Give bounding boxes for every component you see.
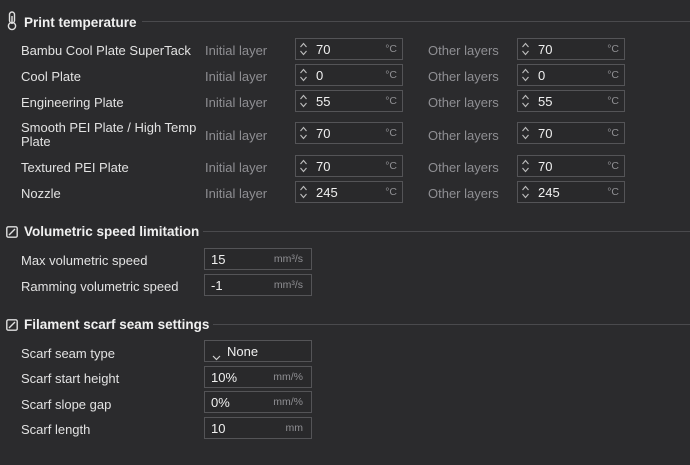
row-label-textured-pei-plate: Textured PEI Plate [21, 160, 129, 175]
unit-label: °C [385, 127, 397, 139]
initial-layer-temp-input[interactable]: 70 °C [295, 38, 403, 60]
scarf-length-input[interactable]: 10 mm [204, 417, 312, 439]
scarf-start-height-label: Scarf start height [21, 371, 120, 386]
other-layers-label: Other layers [428, 160, 499, 175]
other-layers-label: Other layers [428, 128, 499, 143]
initial-layer-temp-input[interactable]: 0 °C [295, 64, 403, 86]
spinner-icon[interactable] [521, 158, 530, 174]
row-label-smooth-pei-plate: Smooth PEI Plate / High Temp Plate [21, 120, 197, 149]
unit-label: °C [607, 69, 619, 81]
initial-layer-label: Initial layer [205, 186, 268, 201]
field-value: 70 [538, 42, 553, 57]
spinner-icon[interactable] [521, 125, 530, 141]
scarf-seam-type-dropdown[interactable]: None [204, 340, 312, 362]
spinner-icon[interactable] [521, 67, 530, 83]
initial-layer-label: Initial layer [205, 128, 268, 143]
max-volumetric-speed-label: Max volumetric speed [21, 253, 148, 268]
scarf-slope-gap-label: Scarf slope gap [21, 397, 112, 412]
scarf-slope-gap-input[interactable]: 0% mm/% [204, 391, 312, 413]
edit-square-icon [6, 318, 18, 331]
section-title-scarf-seam: Filament scarf seam settings [24, 317, 210, 332]
unit-label: mm [285, 422, 304, 434]
spinner-icon[interactable] [299, 67, 308, 83]
other-layers-temp-input[interactable]: 0 °C [517, 64, 625, 86]
unit-label: °C [385, 69, 397, 81]
thermometer-icon [6, 11, 18, 31]
other-layers-temp-input[interactable]: 55 °C [517, 90, 625, 112]
ramming-volumetric-speed-label: Ramming volumetric speed [21, 279, 179, 294]
unit-label: °C [607, 160, 619, 172]
unit-label: °C [607, 186, 619, 198]
row-label-nozzle: Nozzle [21, 186, 61, 201]
field-value: 0% [211, 395, 230, 410]
edit-square-icon [6, 225, 18, 238]
initial-layer-temp-input[interactable]: 245 °C [295, 181, 403, 203]
section-divider [213, 324, 690, 325]
field-value: 70 [316, 42, 331, 57]
dropdown-value: None [227, 344, 259, 359]
initial-layer-temp-input[interactable]: 70 °C [295, 155, 403, 177]
field-value: 0 [316, 68, 324, 83]
unit-label: °C [607, 127, 619, 139]
section-title-volumetric: Volumetric speed limitation [24, 224, 200, 239]
initial-layer-label: Initial layer [205, 43, 268, 58]
ramming-volumetric-speed-input[interactable]: -1 mm³/s [204, 274, 312, 296]
field-value: 70 [538, 159, 553, 174]
scarf-seam-type-label: Scarf seam type [21, 346, 115, 361]
unit-label: °C [385, 160, 397, 172]
other-layers-temp-input[interactable]: 70 °C [517, 122, 625, 144]
field-value: 245 [316, 185, 338, 200]
initial-layer-temp-input[interactable]: 55 °C [295, 90, 403, 112]
unit-label: °C [607, 95, 619, 107]
spinner-icon[interactable] [299, 158, 308, 174]
spinner-icon[interactable] [521, 93, 530, 109]
max-volumetric-speed-input[interactable]: 15 mm³/s [204, 248, 312, 270]
initial-layer-label: Initial layer [205, 69, 268, 84]
field-value: 15 [211, 252, 226, 267]
section-divider [203, 231, 690, 232]
scarf-length-label: Scarf length [21, 422, 91, 437]
other-layers-temp-input[interactable]: 70 °C [517, 155, 625, 177]
initial-layer-label: Initial layer [205, 95, 268, 110]
unit-label: °C [607, 43, 619, 55]
other-layers-label: Other layers [428, 186, 499, 201]
field-value: 0 [538, 68, 546, 83]
row-label-engineering-plate: Engineering Plate [21, 95, 124, 110]
field-value: -1 [211, 278, 223, 293]
unit-label: mm/% [273, 396, 303, 408]
row-label-cool-plate-supertack: Bambu Cool Plate SuperTack [21, 43, 191, 58]
unit-label: °C [385, 43, 397, 55]
initial-layer-temp-input[interactable]: 70 °C [295, 122, 403, 144]
field-value: 245 [538, 185, 560, 200]
field-value: 70 [316, 159, 331, 174]
field-value: 55 [316, 94, 331, 109]
other-layers-temp-input[interactable]: 70 °C [517, 38, 625, 60]
other-layers-temp-input[interactable]: 245 °C [517, 181, 625, 203]
scarf-start-height-input[interactable]: 10% mm/% [204, 366, 312, 388]
other-layers-label: Other layers [428, 69, 499, 84]
field-value: 10% [211, 370, 238, 385]
unit-label: mm³/s [273, 253, 303, 265]
spinner-icon[interactable] [299, 93, 308, 109]
field-value: 70 [316, 126, 331, 141]
section-divider [142, 21, 690, 22]
spinner-icon[interactable] [521, 184, 530, 200]
chevron-down-icon [212, 348, 221, 366]
initial-layer-label: Initial layer [205, 160, 268, 175]
field-value: 55 [538, 94, 553, 109]
other-layers-label: Other layers [428, 95, 499, 110]
spinner-icon[interactable] [299, 41, 308, 57]
unit-label: mm³/s [273, 279, 303, 291]
field-value: 70 [538, 126, 553, 141]
spinner-icon[interactable] [521, 41, 530, 57]
other-layers-label: Other layers [428, 43, 499, 58]
unit-label: °C [385, 95, 397, 107]
field-value: 10 [211, 421, 226, 436]
unit-label: °C [385, 186, 397, 198]
spinner-icon[interactable] [299, 184, 308, 200]
spinner-icon[interactable] [299, 125, 308, 141]
row-label-cool-plate: Cool Plate [21, 69, 81, 84]
section-title-print-temperature: Print temperature [24, 15, 137, 30]
unit-label: mm/% [273, 371, 303, 383]
